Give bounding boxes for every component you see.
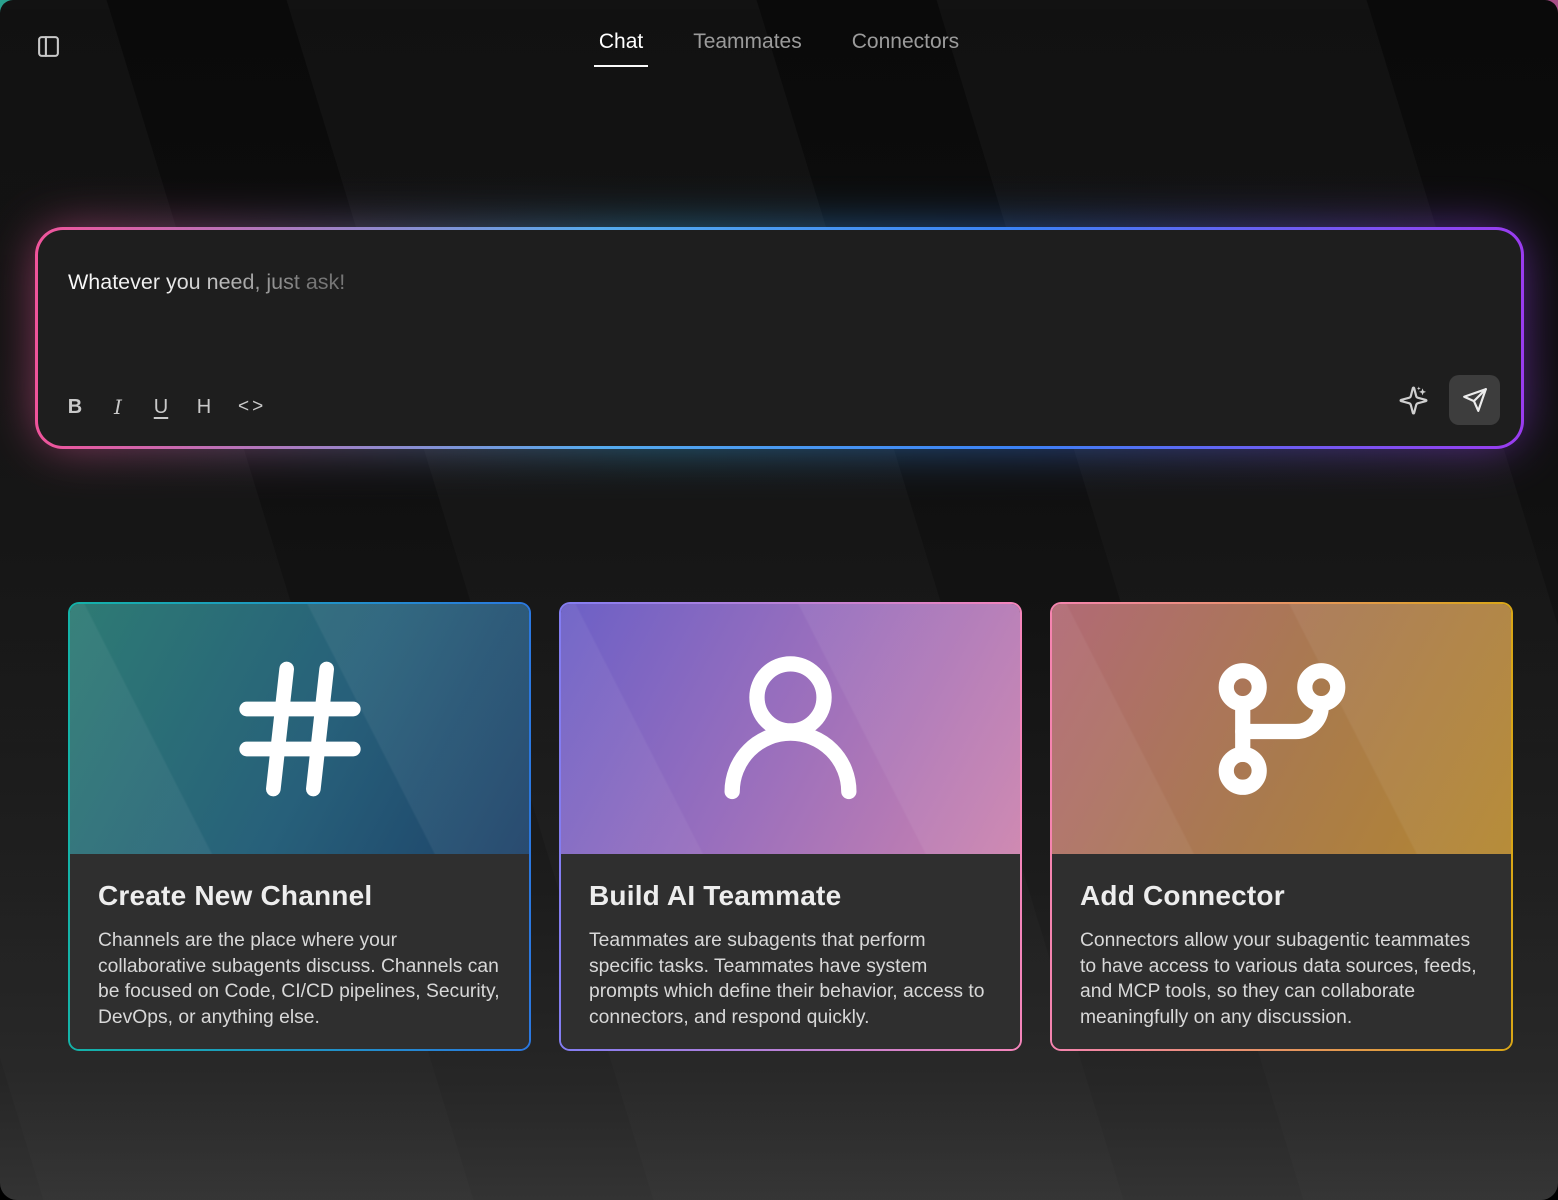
tab-chat[interactable]: Chat [594,30,648,67]
topbar: Chat Teammates Connectors [0,0,1558,90]
user-icon [703,642,878,817]
heading-button[interactable]: H [195,392,213,422]
channel-card-body: Create New Channel Channels are the plac… [70,854,529,1049]
enhance-button[interactable] [1398,385,1429,416]
connector-card-body: Add Connector Connectors allow your suba… [1052,854,1511,1049]
git-fork-icon [1206,653,1358,805]
underline-button[interactable]: U [152,392,170,422]
bold-button[interactable]: B [66,392,84,422]
card-title: Create New Channel [98,880,501,912]
card-description: Channels are the place where your collab… [98,928,501,1031]
composer-section: Whatever you need, just ask! B I U H <> [35,227,1524,449]
sparkles-icon [1398,385,1429,416]
card-description: Teammates are subagents that perform spe… [589,928,992,1031]
italic-button[interactable]: I [109,392,127,422]
send-button[interactable] [1449,375,1500,425]
teammate-card-body: Build AI Teammate Teammates are subagent… [561,854,1020,1049]
tab-connectors[interactable]: Connectors [847,30,964,67]
send-icon [1462,387,1488,413]
card-description: Connectors allow your subagentic teammat… [1080,928,1483,1031]
create-channel-card[interactable]: Create New Channel Channels are the plac… [68,602,531,1051]
connector-card-media [1052,604,1511,854]
composer-actions [1398,375,1500,425]
build-teammate-card[interactable]: Build AI Teammate Teammates are subagent… [559,602,1022,1051]
channel-card-media [70,604,529,854]
add-connector-card[interactable]: Add Connector Connectors allow your suba… [1050,602,1513,1051]
tab-teammates[interactable]: Teammates [688,30,807,67]
quick-start-cards: Create New Channel Channels are the plac… [68,602,1513,1051]
card-title: Add Connector [1080,880,1483,912]
teammate-card-media [561,604,1020,854]
format-toolbar: B I U H <> [66,392,266,422]
code-button[interactable]: <> [238,392,266,422]
message-input[interactable]: Whatever you need, just ask! B I U H <> [35,227,1524,449]
main-nav: Chat Teammates Connectors [0,30,1558,67]
message-placeholder: Whatever you need, just ask! [68,270,345,295]
card-title: Build AI Teammate [589,880,992,912]
hash-icon [220,649,380,809]
app-window: Chat Teammates Connectors Whatever you n… [0,0,1558,1200]
